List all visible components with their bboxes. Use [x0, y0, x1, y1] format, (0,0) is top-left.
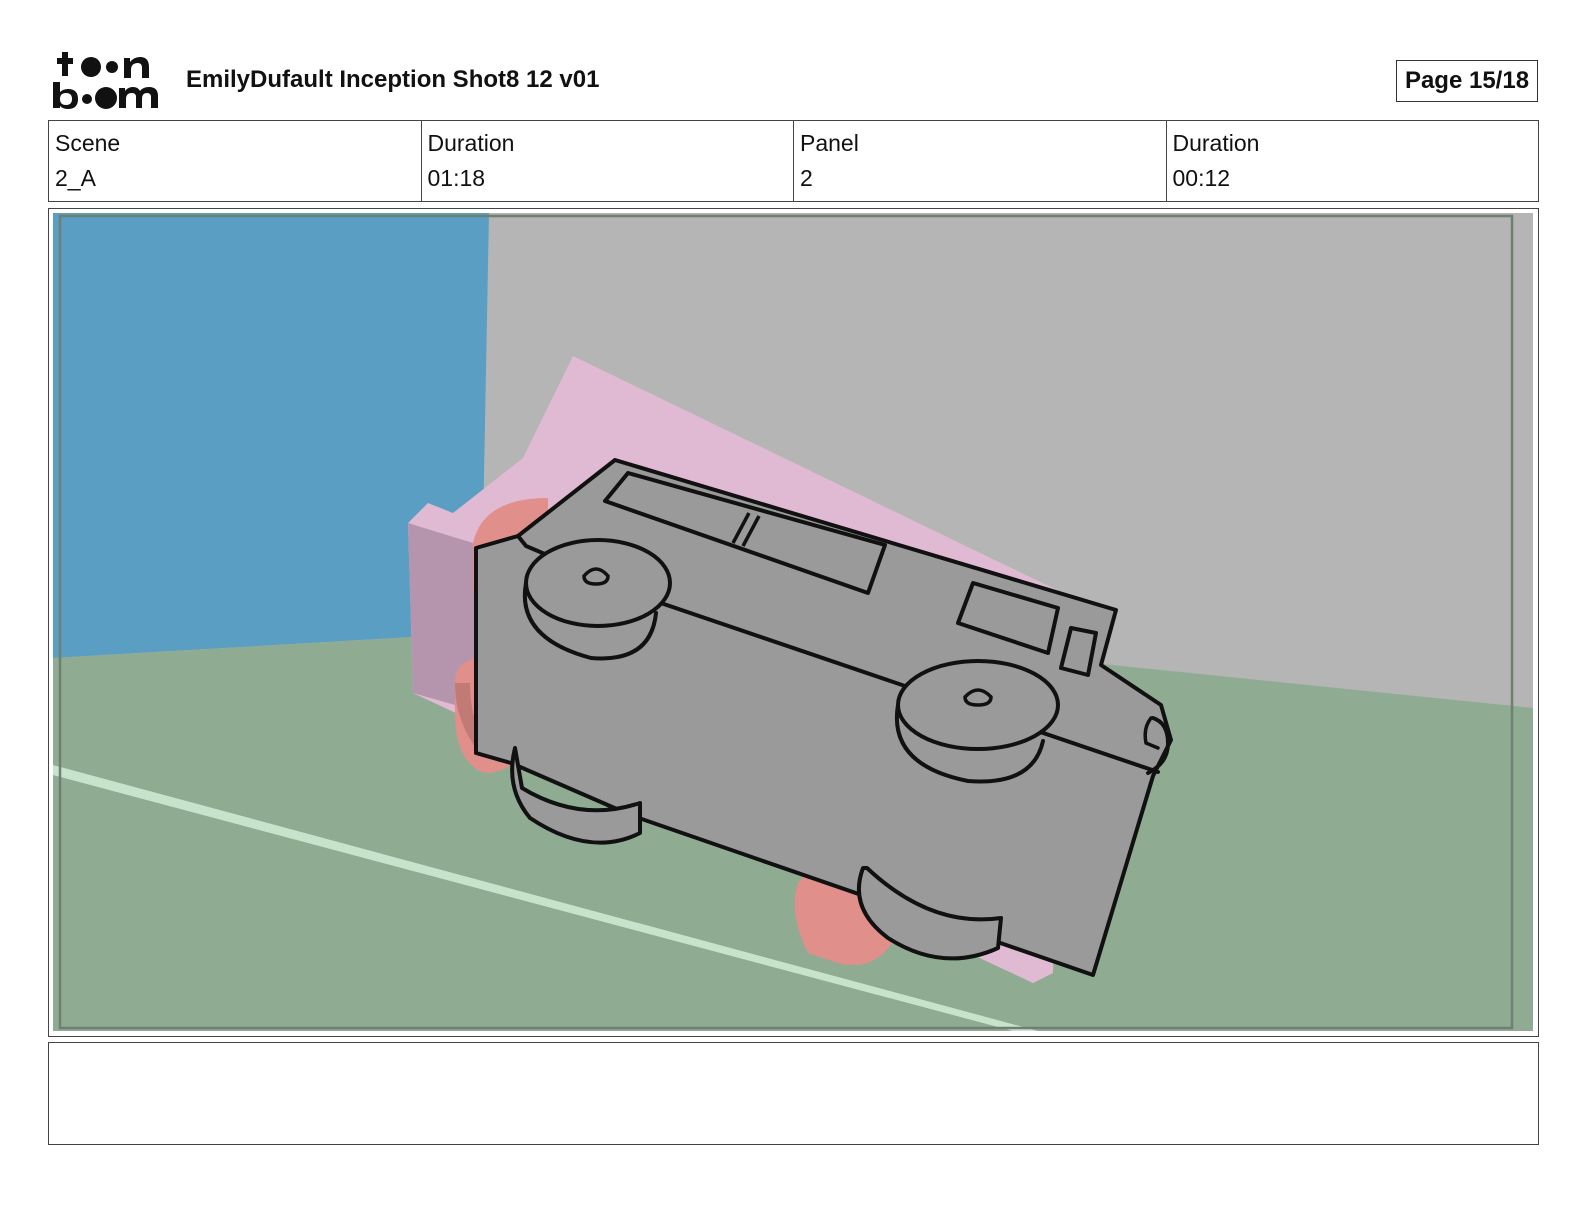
scene-duration-cell: Duration 01:18: [422, 121, 794, 201]
scene-duration-value: 01:18: [427, 165, 486, 191]
page-indicator: Page 15/18: [1396, 60, 1538, 102]
panel-notes-box: [48, 1042, 1539, 1145]
scene-duration-label: Duration: [427, 130, 515, 156]
logo-letter-t-bar: [57, 58, 73, 64]
storyboard-panel: [48, 208, 1539, 1037]
logo-letter-b: [53, 82, 78, 109]
logo-letter-m: [119, 87, 158, 108]
logo-dot-b-large: [95, 87, 117, 109]
scene-value: 2_A: [55, 165, 96, 191]
panel-info-table: Scene 2_A Duration 01:18 Panel 2 Duratio…: [48, 120, 1539, 202]
storyboard-panel-image: [53, 213, 1533, 1031]
logo-dot-b-small: [82, 94, 92, 104]
toon-boom-logo-mark: [53, 52, 158, 109]
panel-value: 2: [800, 165, 813, 191]
document-title: EmilyDufault Inception Shot8 12 v01: [186, 66, 600, 93]
panel-label: Panel: [800, 130, 859, 156]
logo-dot-large: [81, 57, 101, 77]
panel-duration-label: Duration: [1172, 130, 1260, 156]
truck-wheel-upper-right-hub: [963, 688, 993, 707]
logo-dot-small: [106, 61, 118, 73]
toon-boom-logo: [52, 50, 164, 112]
logo-letter-n: [124, 57, 149, 78]
panel-cell: Panel 2: [794, 121, 1167, 201]
scene-label: Scene: [55, 130, 121, 156]
truck-wheel-upper-left-hub: [582, 567, 610, 586]
panel-duration-value: 00:12: [1172, 165, 1231, 191]
scene-cell: Scene 2_A: [49, 121, 422, 201]
panel-duration-cell: Duration 00:12: [1167, 121, 1539, 201]
